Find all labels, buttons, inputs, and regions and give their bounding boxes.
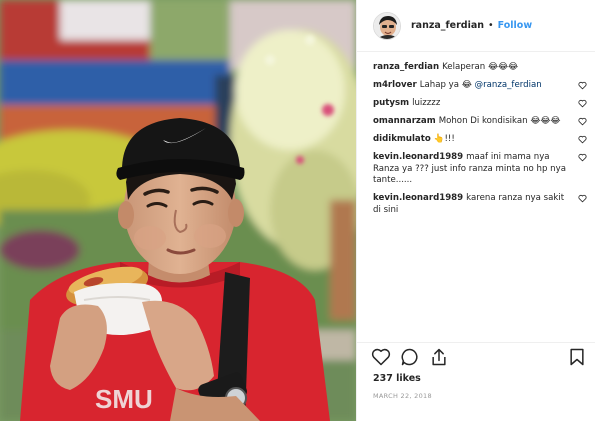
comment-like-heart-icon[interactable]	[578, 194, 587, 203]
avatar-image	[374, 12, 400, 39]
comment-list: ranza_ferdian Kelaperan 😂😂😂 m4rlover Lahap…	[373, 62, 589, 223]
heart-icon[interactable]	[371, 347, 391, 367]
divider	[357, 342, 595, 343]
caption-text: Kelaperan 😂😂😂	[442, 62, 519, 72]
svg-text:SMU: SMU	[95, 384, 153, 414]
header-separator: •	[488, 20, 494, 31]
comment-username[interactable]: putysm	[373, 98, 409, 108]
list-item: kevin.leonard1989 maaf ini mama nya Ranza…	[373, 152, 589, 187]
comment-text: luizzzz	[412, 98, 441, 108]
follow-button[interactable]: Follow	[498, 20, 532, 31]
photo-illustration: SMU	[0, 0, 356, 421]
list-item: kevin.leonard1989 karena ranza nya sakit …	[373, 193, 589, 216]
comment-username[interactable]: m4rlover	[373, 80, 417, 90]
post-header: ranza_ferdian • Follow	[357, 0, 595, 52]
comment-text: Lahap ya 😂	[419, 80, 475, 90]
list-item: didikmulato 👆!!!	[373, 134, 589, 146]
comment-like-heart-icon[interactable]	[578, 153, 587, 162]
caption-username[interactable]: ranza_ferdian	[373, 62, 439, 72]
post-date: March 22, 2018	[373, 392, 432, 400]
comment-like-heart-icon[interactable]	[578, 99, 587, 108]
comment-username[interactable]: omannarzam	[373, 116, 436, 126]
comment-mention[interactable]: @ranza_ferdian	[475, 80, 542, 90]
comment-username[interactable]: didikmulato	[373, 134, 431, 144]
comment-username[interactable]: kevin.leonard1989	[373, 152, 463, 162]
comment-username[interactable]: kevin.leonard1989	[373, 193, 463, 203]
comment-like-heart-icon[interactable]	[578, 81, 587, 90]
header-username[interactable]: ranza_ferdian	[411, 20, 484, 31]
comment-like-heart-icon[interactable]	[578, 117, 587, 126]
bookmark-icon[interactable]	[567, 347, 587, 367]
share-icon[interactable]	[429, 347, 449, 367]
action-bar	[371, 347, 586, 369]
list-item: putysm luizzzz	[373, 98, 589, 110]
comment-like-heart-icon[interactable]	[578, 135, 587, 144]
comment-text: 👆!!!	[433, 134, 455, 144]
list-item: m4rlover Lahap ya 😂 @ranza_ferdian	[373, 80, 589, 92]
list-item: omannarzam Mohon Di kondisikan 😂😂😂	[373, 116, 589, 128]
likes-count[interactable]: 237 likes	[373, 373, 421, 384]
post-side-panel: ranza_ferdian • Follow ranza_ferdian Kela…	[356, 0, 595, 421]
comment-bubble-icon[interactable]	[400, 347, 420, 367]
avatar[interactable]	[373, 11, 401, 40]
caption: ranza_ferdian Kelaperan 😂😂😂	[373, 62, 589, 74]
post-photo[interactable]: SMU	[0, 0, 356, 421]
comment-text: Mohon Di kondisikan 😂😂😂	[438, 116, 561, 126]
instagram-post: SMU ranza_ferdian • Follow ranza_ferdian…	[0, 0, 595, 421]
